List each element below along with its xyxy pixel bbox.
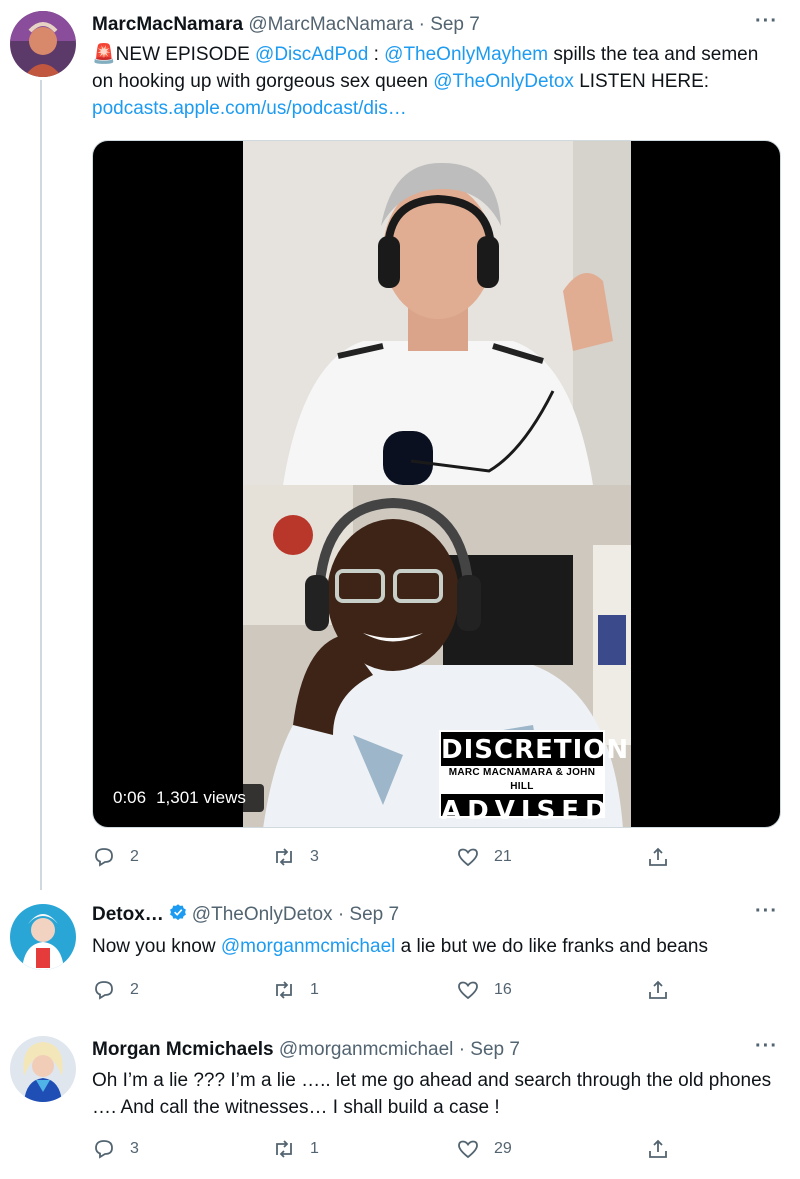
tweet-date[interactable]: Sep 7 bbox=[470, 1039, 520, 1060]
reply-count: 2 bbox=[130, 981, 139, 998]
reply-count: 3 bbox=[130, 1140, 139, 1157]
reply-button[interactable]: 3 bbox=[92, 1137, 139, 1161]
tweet-text: Oh I’m a lie ??? I’m a lie ….. let me go… bbox=[92, 1067, 782, 1121]
display-name[interactable]: MarcMacNamara bbox=[92, 14, 243, 35]
tweet-actions: 2 1 16 bbox=[92, 978, 682, 1008]
reply-icon bbox=[95, 848, 113, 867]
video-player[interactable]: DISCRETION MARC MACNAMARA & JOHN HILL AD… bbox=[92, 140, 781, 828]
reply-icon bbox=[95, 1140, 113, 1159]
verified-badge-icon bbox=[169, 904, 186, 921]
tweet-morgan[interactable]: Morgan Mcmichaels @morganmcmichael · Sep… bbox=[0, 1025, 800, 1179]
like-button[interactable]: 21 bbox=[456, 845, 512, 869]
like-count: 21 bbox=[494, 848, 512, 865]
user-handle[interactable]: @TheOnlyDetox bbox=[192, 904, 333, 925]
reply-icon bbox=[95, 981, 113, 1000]
video-frame-top bbox=[243, 141, 631, 485]
tweet-text-segment: a lie but we do like franks and beans bbox=[395, 936, 708, 957]
tweet-text-segment: LISTEN HERE: bbox=[573, 71, 710, 92]
tweet-detox[interactable]: Detox… @TheOnlyDetox · Sep 7 ··· Now you … bbox=[0, 890, 800, 1025]
separator-dot: · bbox=[458, 1039, 466, 1060]
tweet-date[interactable]: Sep 7 bbox=[430, 14, 480, 35]
tweet-actions: 3 1 29 bbox=[92, 1137, 682, 1167]
podcast-link[interactable]: podcasts.apple.com/us/podcast/dis… bbox=[92, 98, 407, 119]
retweet-count: 1 bbox=[310, 1140, 319, 1157]
reply-button[interactable]: 2 bbox=[92, 978, 139, 1002]
logo-title: DISCRETION bbox=[441, 735, 630, 765]
retweet-icon bbox=[276, 1140, 292, 1158]
heart-icon bbox=[458, 981, 478, 1000]
separator-dot: · bbox=[418, 14, 425, 35]
video-stats-pill: 0:06 1,301 views bbox=[105, 784, 264, 812]
avatar[interactable] bbox=[10, 904, 76, 970]
avatar[interactable] bbox=[10, 1036, 76, 1102]
heart-icon bbox=[458, 848, 478, 867]
retweet-count: 1 bbox=[310, 981, 319, 998]
share-icon bbox=[649, 980, 667, 999]
video-duration: 0:06 bbox=[113, 788, 147, 807]
retweet-icon bbox=[276, 981, 292, 999]
share-button[interactable] bbox=[646, 978, 684, 1002]
tweet-text-segment: : bbox=[368, 44, 385, 65]
display-name[interactable]: Morgan Mcmichaels bbox=[92, 1039, 274, 1060]
discretion-advised-logo: DISCRETION MARC MACNAMARA & JOHN HILL AD… bbox=[439, 730, 630, 826]
tweet-marcmacnamara[interactable]: MarcMacNamara @MarcMacNamara · Sep 7 ···… bbox=[0, 0, 800, 890]
user-handle[interactable]: @MarcMacNamara bbox=[248, 14, 413, 35]
avatar[interactable] bbox=[10, 11, 76, 77]
reply-button[interactable]: 2 bbox=[92, 845, 139, 869]
share-button[interactable] bbox=[646, 845, 684, 869]
tweet-text: Now you know @morganmcmichael a lie but … bbox=[92, 933, 782, 960]
more-options-button[interactable]: ··· bbox=[755, 1035, 778, 1058]
video-views: 1,301 views bbox=[156, 788, 246, 807]
tweet-header: Morgan Mcmichaels @morganmcmichael · Sep… bbox=[92, 1038, 520, 1062]
like-count: 16 bbox=[494, 981, 512, 998]
tweet-actions: 2 3 21 bbox=[92, 845, 682, 875]
reply-count: 2 bbox=[130, 848, 139, 865]
tweet-text-segment: Now you know bbox=[92, 936, 221, 957]
tweet-text-segment: NEW EPISODE bbox=[115, 44, 256, 65]
tweet-header: MarcMacNamara @MarcMacNamara · Sep 7 bbox=[92, 13, 480, 37]
retweet-button[interactable]: 3 bbox=[272, 845, 319, 869]
retweet-button[interactable]: 1 bbox=[272, 978, 319, 1002]
mention-link[interactable]: @morganmcmichael bbox=[221, 936, 396, 957]
tweet-text: 🚨NEW EPISODE @DiscAdPod : @TheOnlyMayhem… bbox=[92, 41, 782, 122]
tweet-header: Detox… @TheOnlyDetox · Sep 7 bbox=[92, 903, 399, 927]
user-handle[interactable]: @morganmcmichael bbox=[279, 1039, 454, 1060]
logo-bottom: ADVISED bbox=[441, 796, 613, 826]
more-options-button[interactable]: ··· bbox=[755, 10, 778, 33]
heart-icon bbox=[458, 1140, 478, 1159]
retweet-button[interactable]: 1 bbox=[272, 1137, 319, 1161]
share-icon bbox=[649, 847, 667, 866]
mention-link[interactable]: @TheOnlyDetox bbox=[433, 71, 574, 92]
siren-emoji-icon: 🚨 bbox=[92, 44, 116, 65]
more-options-button[interactable]: ··· bbox=[755, 900, 778, 923]
separator-dot: · bbox=[337, 904, 345, 925]
retweet-icon bbox=[276, 848, 292, 866]
share-icon bbox=[649, 1139, 667, 1158]
like-button[interactable]: 16 bbox=[456, 978, 512, 1002]
display-name[interactable]: Detox… bbox=[92, 904, 164, 925]
retweet-count: 3 bbox=[310, 848, 319, 865]
mention-link[interactable]: @TheOnlyMayhem bbox=[384, 44, 548, 65]
like-count: 29 bbox=[494, 1140, 512, 1157]
like-button[interactable]: 29 bbox=[456, 1137, 512, 1161]
share-button[interactable] bbox=[646, 1137, 684, 1161]
logo-subtitle: MARC MACNAMARA & JOHN HILL bbox=[441, 766, 603, 794]
tweet-date[interactable]: Sep 7 bbox=[349, 904, 399, 925]
tweet-text-segment: Oh I’m a lie ??? I’m a lie ….. let me go… bbox=[92, 1070, 772, 1118]
mention-link[interactable]: @DiscAdPod bbox=[255, 44, 368, 65]
